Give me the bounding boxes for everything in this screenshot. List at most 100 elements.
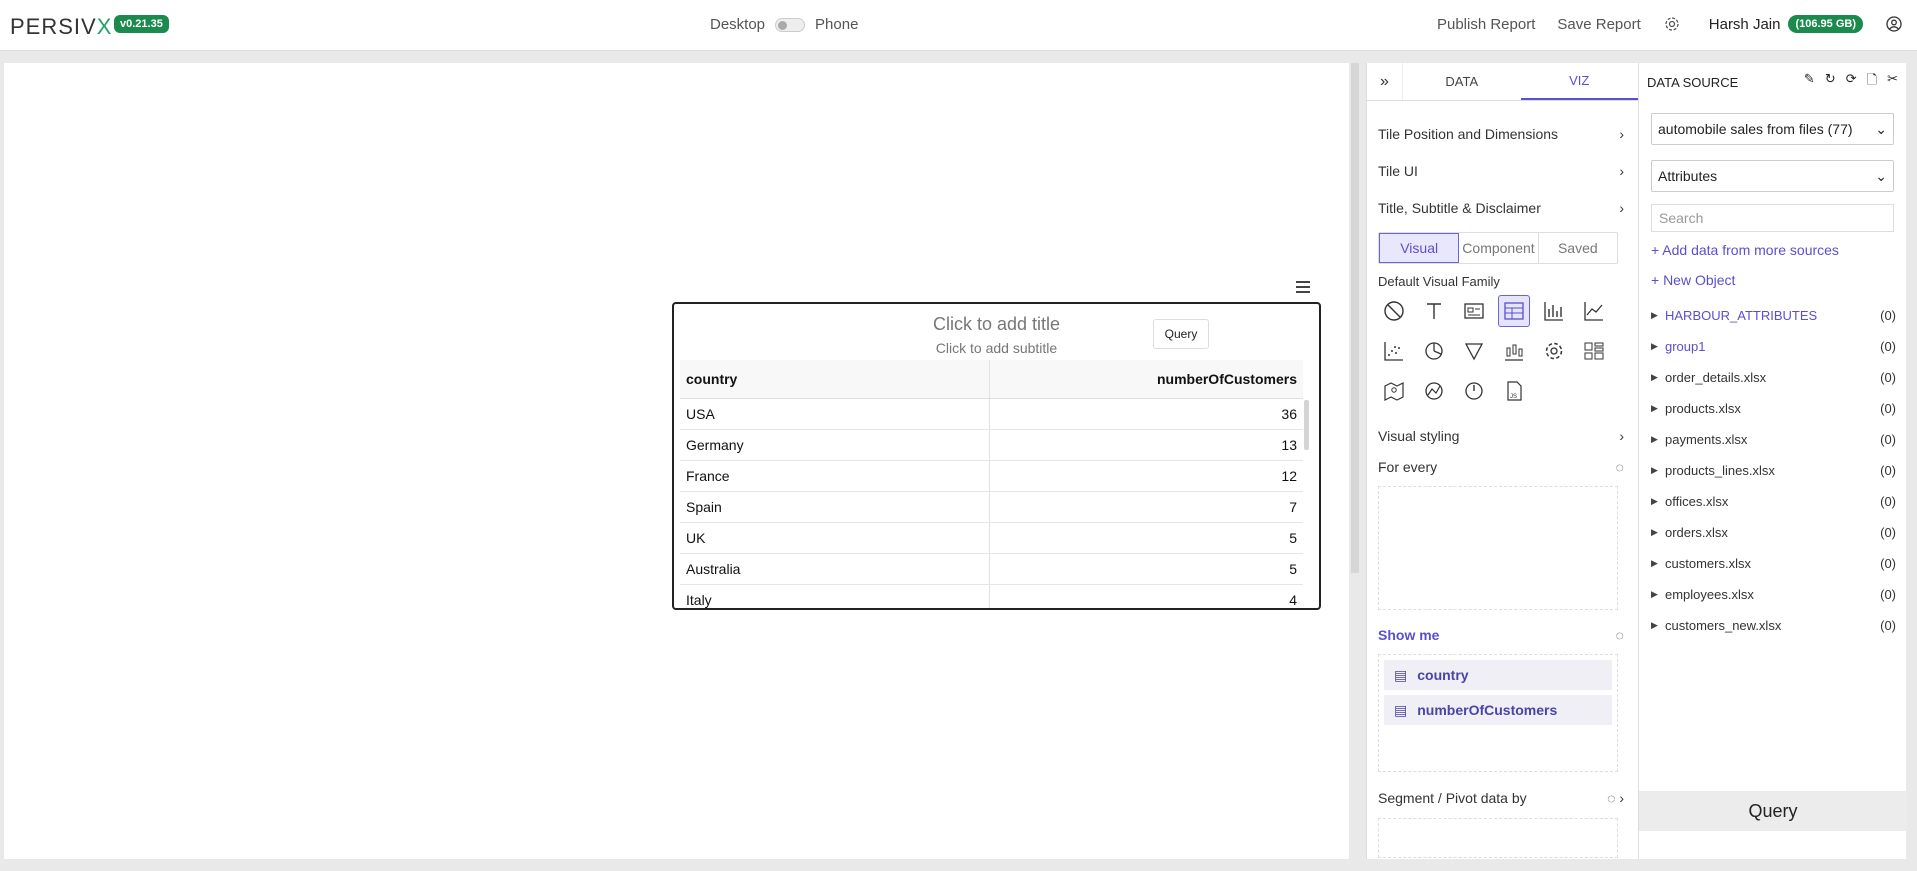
tile-query-button[interactable]: Query xyxy=(1153,319,1209,349)
column-header-country[interactable]: country xyxy=(680,360,990,398)
data-source-header: DATA SOURCE ✎ ↻ ⟳ 🗋 ✂ xyxy=(1639,63,1906,101)
edit-icon[interactable]: ✎ xyxy=(1804,71,1815,93)
refresh-icon[interactable]: ↻ xyxy=(1825,71,1836,93)
tile-subtitle[interactable]: Click to add subtitle xyxy=(674,340,1319,356)
cell-count: 36 xyxy=(1281,406,1297,422)
cell-country: UK xyxy=(680,523,990,553)
desktop-label[interactable]: Desktop xyxy=(710,16,765,33)
table-row: USA 36 xyxy=(680,399,1303,430)
sync-icon[interactable]: ⟳ xyxy=(1846,71,1857,93)
cell-country: USA xyxy=(680,399,990,429)
list-item[interactable]: ▶ orders.xlsx (0) xyxy=(1639,517,1906,548)
js-file-icon[interactable]: JS xyxy=(1498,375,1530,407)
for-every-dropzone[interactable] xyxy=(1378,486,1618,610)
list-item[interactable]: ▶ HARBOUR_ATTRIBUTES (0) xyxy=(1639,300,1906,331)
text-icon[interactable] xyxy=(1418,295,1450,327)
list-item[interactable]: ▶ employees.xlsx (0) xyxy=(1639,579,1906,610)
target-icon[interactable]: ◌ xyxy=(1616,627,1624,643)
tab-viz[interactable]: VIZ xyxy=(1520,63,1638,100)
candlestick-icon[interactable] xyxy=(1498,335,1530,367)
section-tile-position[interactable]: Tile Position and Dimensions › xyxy=(1367,115,1638,152)
settings-gear-icon[interactable] xyxy=(1663,15,1681,33)
list-item[interactable]: ▶ order_details.xlsx (0) xyxy=(1639,362,1906,393)
table-row: France 12 xyxy=(680,461,1303,492)
section-tile-ui[interactable]: Tile UI › xyxy=(1367,152,1638,189)
caret-right-icon: ▶ xyxy=(1651,310,1658,320)
segment-dropzone[interactable] xyxy=(1378,818,1618,858)
segment-pivot-header[interactable]: Segment / Pivot data by ◌ › xyxy=(1367,784,1638,812)
list-item[interactable]: ▶ payments.xlsx (0) xyxy=(1639,424,1906,455)
caret-right-icon: ▶ xyxy=(1651,620,1658,630)
table-row: Italy 4 xyxy=(680,585,1303,608)
scatter-icon[interactable] xyxy=(1378,335,1410,367)
table-row: Australia 5 xyxy=(680,554,1303,585)
table-icon[interactable] xyxy=(1498,295,1530,327)
tab-visual[interactable]: Visual xyxy=(1379,233,1460,263)
new-object-link[interactable]: + New Object xyxy=(1651,272,1906,292)
tab-saved[interactable]: Saved xyxy=(1539,233,1617,263)
query-button[interactable]: Query xyxy=(1639,791,1907,831)
app-logo[interactable]: PERSIVX xyxy=(10,14,112,40)
chevron-right-icon: › xyxy=(1619,199,1624,216)
user-avatar-icon[interactable] xyxy=(1885,15,1903,33)
field-chip[interactable]: ▤ numberOfCustomers xyxy=(1384,695,1612,725)
list-item[interactable]: ▶ customers_new.xlsx (0) xyxy=(1639,610,1906,641)
scissors-icon[interactable]: ✂ xyxy=(1887,71,1898,93)
list-item[interactable]: ▶ products_lines.xlsx (0) xyxy=(1639,455,1906,486)
publish-report-button[interactable]: Publish Report xyxy=(1437,16,1535,33)
gauge-icon[interactable] xyxy=(1458,375,1490,407)
grid-scrollbar[interactable] xyxy=(1304,400,1309,450)
data-source-select[interactable]: automobile sales from files (77) ⌄ xyxy=(1651,113,1894,145)
list-item[interactable]: ▶ customers.xlsx (0) xyxy=(1639,548,1906,579)
chevron-down-icon: ⌄ xyxy=(1875,167,1887,184)
bar-chart-icon[interactable] xyxy=(1538,295,1570,327)
caret-right-icon: ▶ xyxy=(1651,372,1658,382)
data-source-title: DATA SOURCE xyxy=(1647,74,1739,90)
table-row: Germany 13 xyxy=(680,430,1303,461)
search-input[interactable]: Search xyxy=(1651,204,1894,232)
collapse-panel-icon[interactable]: » xyxy=(1367,63,1403,100)
table-row: UK 5 xyxy=(680,523,1303,554)
card-icon[interactable] xyxy=(1458,295,1490,327)
field-chip[interactable]: ▤ country xyxy=(1384,660,1612,690)
data-grid: country numberOfCustomers USA 36 Germany 1… xyxy=(680,360,1303,608)
caret-right-icon: ▶ xyxy=(1651,558,1658,568)
cell-country: Germany xyxy=(680,430,990,460)
for-every-header: For every ◌ xyxy=(1378,459,1624,475)
target-icon[interactable]: ◌ xyxy=(1616,459,1624,475)
attributes-select[interactable]: Attributes ⌄ xyxy=(1651,160,1894,192)
list-item[interactable]: ▶ products.xlsx (0) xyxy=(1639,393,1906,424)
layout-icon[interactable] xyxy=(1578,335,1610,367)
tile-title[interactable]: Click to add title xyxy=(674,314,1319,335)
section-visual-styling[interactable]: Visual styling › xyxy=(1367,417,1638,454)
section-title-subtitle[interactable]: Title, Subtitle & Disclaimer › xyxy=(1367,189,1638,226)
tab-data[interactable]: DATA xyxy=(1403,63,1521,100)
canvas-scrollbar[interactable] xyxy=(1351,63,1359,573)
tab-component[interactable]: Component xyxy=(1459,233,1539,263)
list-item[interactable]: ▶ group1 (0) xyxy=(1639,331,1906,362)
column-header-number-of-customers[interactable]: numberOfCustomers xyxy=(990,360,1303,398)
cell-country: Italy xyxy=(680,585,990,608)
chevron-right-icon: › xyxy=(1619,427,1624,444)
gear-icon[interactable] xyxy=(1538,335,1570,367)
pie-icon[interactable] xyxy=(1418,335,1450,367)
save-report-button[interactable]: Save Report xyxy=(1557,16,1640,33)
caret-right-icon: ▶ xyxy=(1651,403,1658,413)
object-list: ▶ HARBOUR_ATTRIBUTES (0) ▶ group1 (0) ▶ order… xyxy=(1639,300,1906,641)
panel-tabs: » DATA VIZ xyxy=(1367,63,1638,101)
list-item[interactable]: ▶ offices.xlsx (0) xyxy=(1639,486,1906,517)
user-name[interactable]: Harsh Jain xyxy=(1709,16,1781,33)
show-me-dropzone[interactable]: ▤ country ▤ numberOfCustomers xyxy=(1378,654,1618,772)
table-tile[interactable]: Click to add title Click to add subtitle… xyxy=(672,302,1321,610)
line-chart-icon[interactable] xyxy=(1578,295,1610,327)
map-icon[interactable] xyxy=(1378,375,1410,407)
tile-menu-icon[interactable] xyxy=(1292,278,1314,296)
phone-label[interactable]: Phone xyxy=(815,16,858,33)
network-icon[interactable] xyxy=(1418,375,1450,407)
chevron-down-icon: ⌄ xyxy=(1875,120,1887,137)
add-data-sources-link[interactable]: + Add data from more sources xyxy=(1651,242,1906,262)
none-icon[interactable] xyxy=(1378,295,1410,327)
file-icon[interactable]: 🗋 xyxy=(1867,71,1877,93)
funnel-icon[interactable] xyxy=(1458,335,1490,367)
device-switch[interactable] xyxy=(775,17,806,32)
